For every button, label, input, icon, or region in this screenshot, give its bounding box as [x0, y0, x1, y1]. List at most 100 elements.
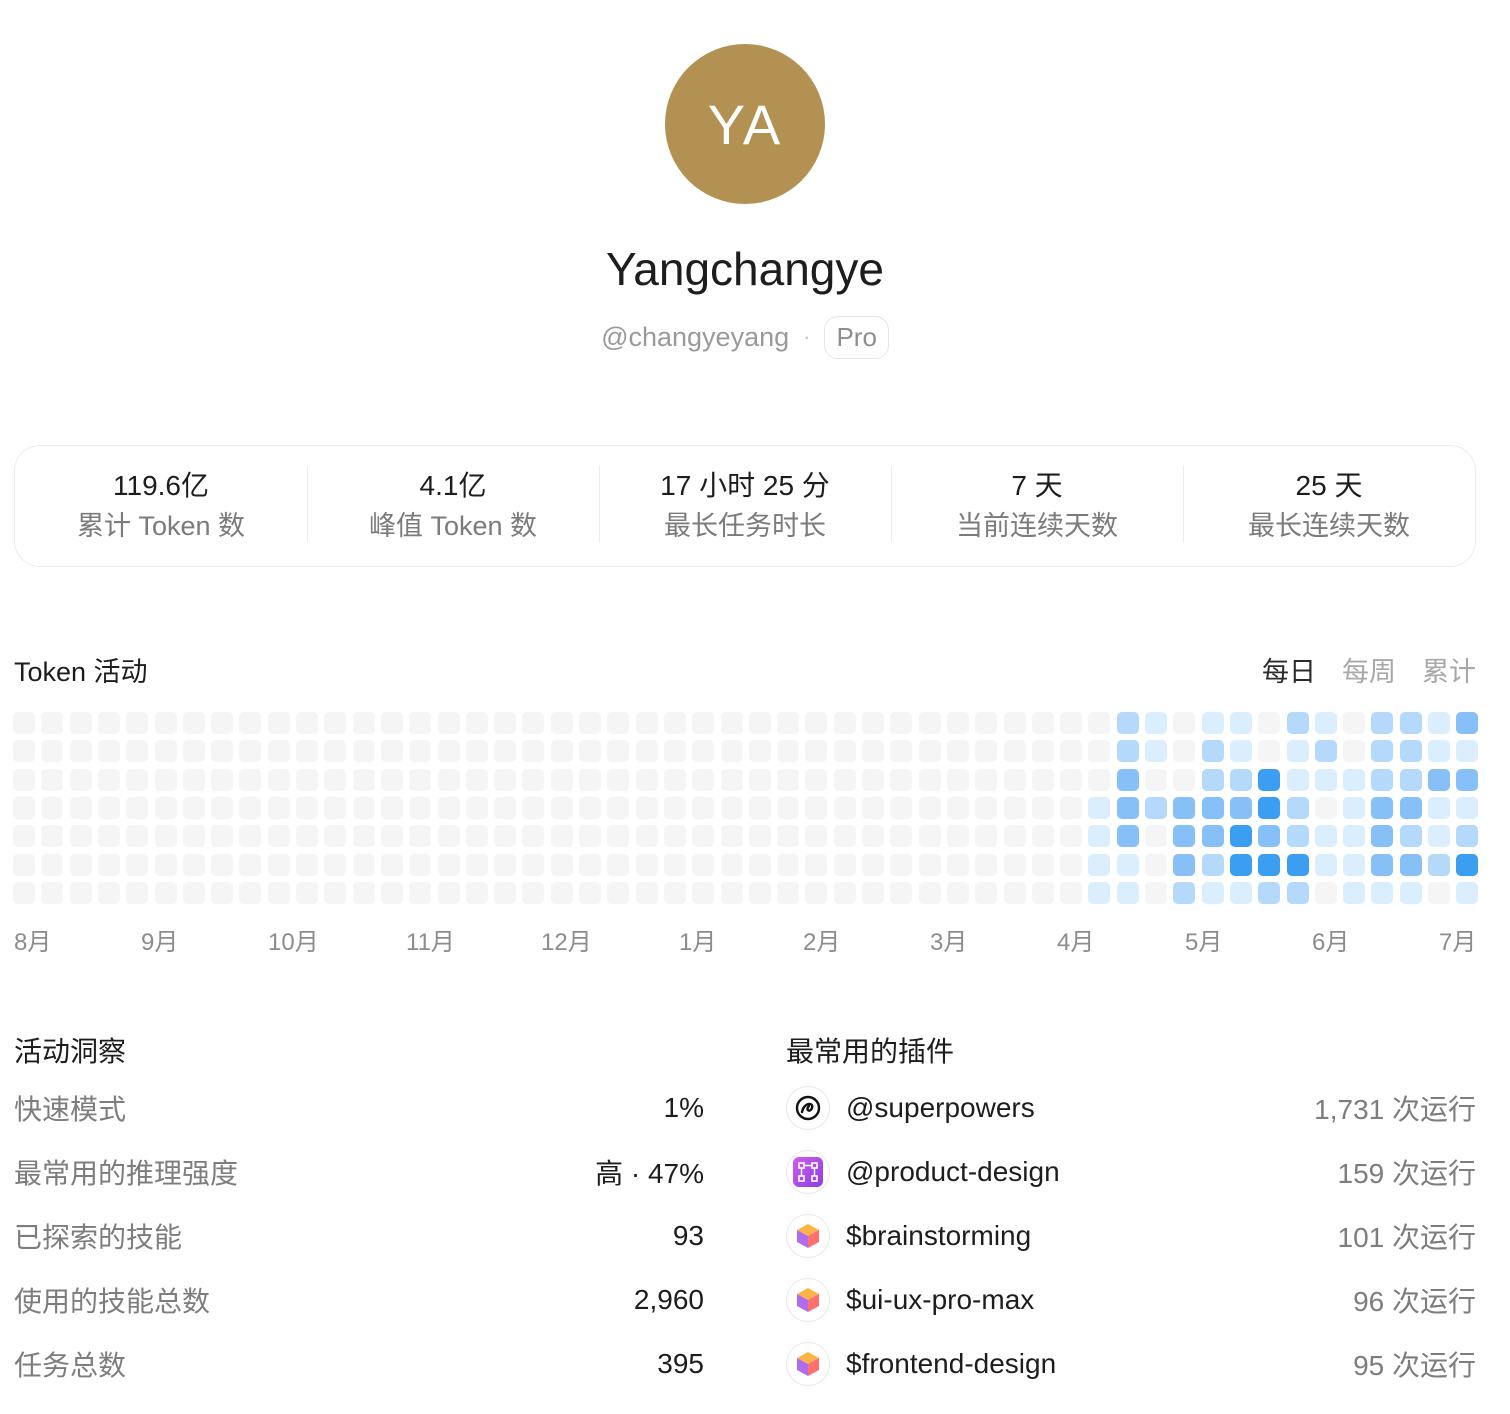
heatmap-cell	[1145, 881, 1167, 904]
heatmap-cell	[833, 712, 856, 734]
heatmap-cell	[1286, 740, 1309, 763]
heatmap-cell	[1258, 853, 1281, 876]
heatmap-cell	[465, 712, 488, 734]
heatmap-cell	[437, 825, 460, 848]
heatmap-cell	[296, 712, 318, 734]
heatmap-cell	[1145, 712, 1167, 734]
heatmap-cell	[692, 853, 715, 876]
heatmap-cell	[1145, 853, 1167, 876]
plugin-row[interactable]: $frontend-design 95 次运行	[786, 1332, 1476, 1396]
heatmap-cell	[409, 712, 432, 734]
heatmap-cell	[296, 881, 318, 904]
heatmap-cell	[1343, 796, 1366, 819]
heatmap-cell	[465, 768, 488, 791]
heatmap-cell	[13, 825, 35, 848]
heatmap-cell	[522, 881, 545, 904]
month-label: 3月	[930, 929, 968, 956]
heatmap-cell	[777, 768, 800, 791]
stat-value: 4.1亿	[419, 470, 487, 501]
heatmap-cell	[1088, 853, 1111, 876]
heatmap-cell	[918, 740, 941, 763]
heatmap-cell	[1060, 853, 1083, 876]
heatmap-cell	[211, 825, 234, 848]
heatmap-cell	[97, 768, 120, 791]
heatmap-cell	[465, 825, 488, 848]
heatmap-cell	[182, 825, 205, 848]
heatmap-cell	[1173, 881, 1196, 904]
heatmap-cell	[833, 881, 856, 904]
heatmap-cell	[239, 796, 262, 819]
heatmap-cell	[862, 825, 884, 848]
avatar: YA	[665, 44, 825, 204]
heatmap-cell	[126, 881, 149, 904]
heatmap-cell	[1088, 740, 1111, 763]
heatmap-cell	[607, 853, 630, 876]
heatmap-cell	[748, 796, 771, 819]
tab-cumulative[interactable]: 累计	[1422, 650, 1476, 689]
heatmap-cell	[692, 768, 715, 791]
stat-current-streak: 7 天 当前连续天数	[891, 466, 1183, 546]
stat-longest-task: 17 小时 25 分 最长任务时长	[599, 466, 891, 546]
heatmap-cell	[1088, 712, 1111, 734]
heatmap-cell	[833, 796, 856, 819]
insight-row-fast-mode: 快速模式 1%	[14, 1076, 704, 1140]
heatmap-cell	[1286, 881, 1309, 904]
heatmap-cell	[1399, 740, 1422, 763]
heatmap-cell	[182, 768, 205, 791]
heatmap-cell	[437, 853, 460, 876]
heatmap-cell	[720, 712, 743, 734]
heatmap-cell	[550, 881, 573, 904]
plan-badge: Pro	[824, 315, 889, 359]
heatmap-cell	[946, 796, 969, 819]
insight-row-reasoning: 最常用的推理强度 高 · 47%	[14, 1140, 704, 1204]
heatmap-cell	[890, 796, 913, 819]
plugin-row[interactable]: $brainstorming 101 次运行	[786, 1204, 1476, 1268]
heatmap-cell	[1116, 768, 1139, 791]
heatmap-cell	[13, 768, 35, 791]
stat-total-tokens: 119.6亿 累计 Token 数	[15, 466, 307, 546]
heatmap-cell	[380, 881, 403, 904]
heatmap-cell	[41, 740, 64, 763]
heatmap-cell	[69, 768, 92, 791]
plugin-row[interactable]: $ui-ux-pro-max 96 次运行	[786, 1268, 1476, 1332]
heatmap-cell	[946, 768, 969, 791]
heatmap-cell	[833, 740, 856, 763]
heatmap-cell	[494, 825, 517, 848]
heatmap-cell	[890, 825, 913, 848]
heatmap-cell	[1088, 796, 1111, 819]
heatmap-cell	[1229, 853, 1252, 876]
heatmap-cell	[1314, 712, 1337, 734]
heatmap-cell	[182, 712, 205, 734]
heatmap-cell	[1201, 881, 1224, 904]
insights-title: 活动洞察	[14, 1036, 127, 1067]
heatmap-cell	[1343, 712, 1366, 734]
insight-label: 最常用的推理强度	[14, 1158, 239, 1189]
tab-weekly[interactable]: 每周	[1342, 650, 1396, 689]
heatmap-cell	[1456, 853, 1479, 876]
top-plugins: 最常用的插件 @superpowers 1,731 次运行 @product-d…	[786, 1032, 1476, 1396]
insight-label: 使用的技能总数	[14, 1286, 211, 1317]
heatmap-cell	[296, 768, 318, 791]
heatmap-cell	[1229, 768, 1252, 791]
heatmap-cell	[97, 740, 120, 763]
heatmap-cell	[1286, 825, 1309, 848]
heatmap-cell	[607, 712, 630, 734]
heatmap-cell	[975, 768, 998, 791]
heatmap-cell	[1145, 768, 1167, 791]
heatmap-cell	[1173, 853, 1196, 876]
tab-daily[interactable]: 每日	[1262, 650, 1316, 689]
heatmap-cell	[41, 825, 64, 848]
plugin-row[interactable]: @superpowers 1,731 次运行	[786, 1076, 1476, 1140]
heatmap-cell	[494, 712, 517, 734]
plugin-name: @superpowers	[846, 1092, 1035, 1123]
heatmap-cell	[1003, 712, 1026, 734]
plugin-name: $frontend-design	[846, 1348, 1057, 1379]
heatmap-cell	[211, 768, 234, 791]
heatmap-cell	[1060, 825, 1083, 848]
heatmap-cell	[833, 825, 856, 848]
heatmap-cell	[69, 712, 92, 734]
plugin-row[interactable]: @product-design 159 次运行	[786, 1140, 1476, 1204]
heatmap-cell	[1456, 881, 1479, 904]
heatmap-cell	[607, 740, 630, 763]
heatmap-cell	[522, 768, 545, 791]
